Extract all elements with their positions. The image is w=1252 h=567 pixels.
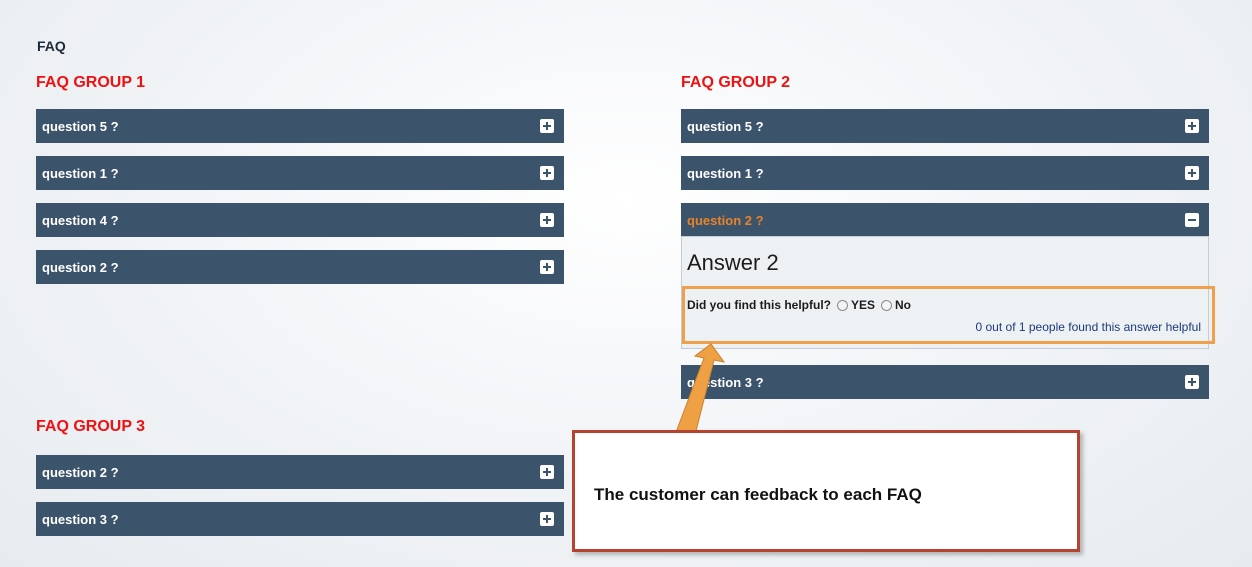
question-label: question 2 ?	[42, 260, 119, 275]
minus-icon[interactable]	[1185, 213, 1199, 227]
group-2-question-item[interactable]: question 1 ?	[681, 156, 1209, 190]
question-label: question 5 ?	[687, 119, 764, 134]
plus-icon[interactable]	[540, 166, 554, 180]
group-1-question-item[interactable]: question 1 ?	[36, 156, 564, 190]
answer-text: Answer 2	[687, 250, 779, 275]
group-3-question-item[interactable]: question 2 ?	[36, 455, 564, 489]
group-2-question-item-expanded[interactable]: question 2 ?	[681, 203, 1209, 237]
plus-icon[interactable]	[540, 465, 554, 479]
page-title: FAQ	[37, 38, 66, 54]
callout-text: The customer can feedback to each FAQ	[594, 485, 922, 504]
plus-icon[interactable]	[1185, 119, 1199, 133]
question-label: question 1 ?	[42, 166, 119, 181]
plus-icon[interactable]	[540, 119, 554, 133]
callout-box: The customer can feedback to each FAQ	[572, 430, 1080, 552]
plus-icon[interactable]	[1185, 375, 1199, 389]
group-2-question-item[interactable]: question 5 ?	[681, 109, 1209, 143]
group-1-question-item[interactable]: question 4 ?	[36, 203, 564, 237]
plus-icon[interactable]	[540, 512, 554, 526]
group-2-title: FAQ GROUP 2	[681, 74, 791, 91]
group-3-title: FAQ GROUP 3	[36, 418, 146, 435]
group-2-question-item[interactable]: question 3 ?	[681, 365, 1209, 399]
question-label: question 2 ?	[687, 213, 764, 228]
question-label: question 4 ?	[42, 213, 119, 228]
question-label: question 3 ?	[42, 512, 119, 527]
group-1-title: FAQ GROUP 1	[36, 74, 146, 91]
plus-icon[interactable]	[540, 260, 554, 274]
question-label: question 2 ?	[42, 465, 119, 480]
question-label: question 3 ?	[687, 375, 764, 390]
group-3-question-item[interactable]: question 3 ?	[36, 502, 564, 536]
group-1-question-item[interactable]: question 5 ?	[36, 109, 564, 143]
plus-icon[interactable]	[1185, 166, 1199, 180]
feedback-highlight-box	[682, 286, 1215, 344]
plus-icon[interactable]	[540, 213, 554, 227]
group-1-question-item[interactable]: question 2 ?	[36, 250, 564, 284]
question-label: question 5 ?	[42, 119, 119, 134]
question-label: question 1 ?	[687, 166, 764, 181]
